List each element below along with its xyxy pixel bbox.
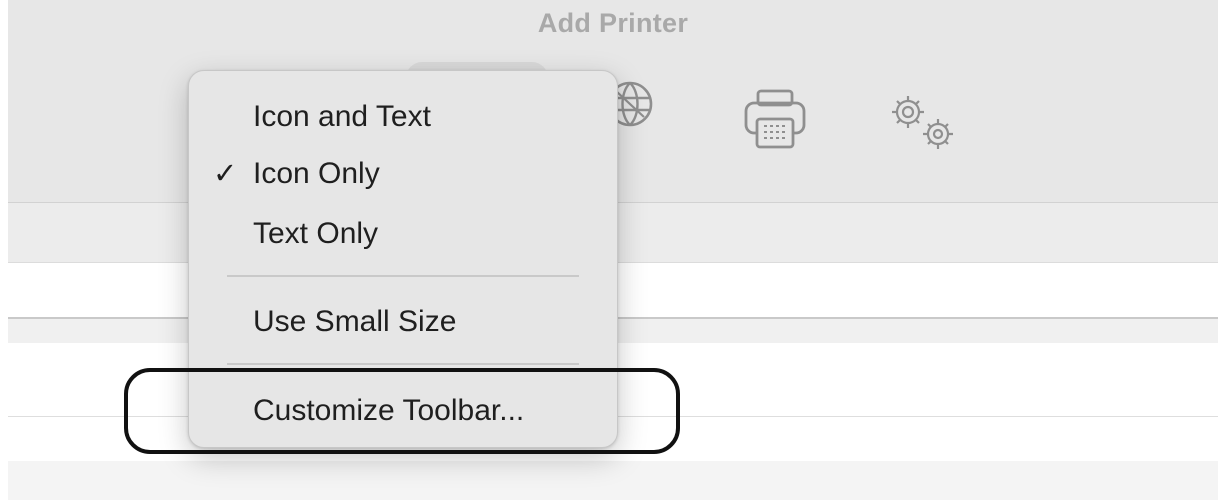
- menu-item-label: Customize Toolbar...: [253, 394, 525, 427]
- menu-item-icon-only[interactable]: ✓ Icon Only: [189, 147, 617, 201]
- menu-item-icon-and-text[interactable]: Icon and Text: [189, 90, 617, 144]
- menu-item-label: Text Only: [253, 217, 379, 250]
- gears-icon[interactable]: [884, 92, 964, 154]
- menu-separator: [227, 363, 579, 365]
- menu-item-label: Icon and Text: [253, 100, 431, 133]
- menu-item-use-small-size[interactable]: Use Small Size: [189, 295, 617, 349]
- add-printer-window: Add Printer Icon and Text ✓ Icon Only Te…: [0, 0, 1218, 500]
- menu-item-label: Icon Only: [253, 157, 380, 190]
- menu-item-label: Use Small Size: [253, 305, 457, 338]
- menu-separator: [227, 275, 579, 277]
- printer-icon[interactable]: [742, 88, 808, 150]
- checkmark-icon: ✓: [213, 158, 238, 190]
- list-row[interactable]: [8, 461, 1218, 500]
- toolbar-context-menu: Icon and Text ✓ Icon Only Text Only Use …: [188, 70, 618, 448]
- menu-item-customize-toolbar[interactable]: Customize Toolbar...: [189, 384, 617, 438]
- menu-item-text-only[interactable]: Text Only: [189, 207, 617, 261]
- window-title: Add Printer: [537, 8, 689, 38]
